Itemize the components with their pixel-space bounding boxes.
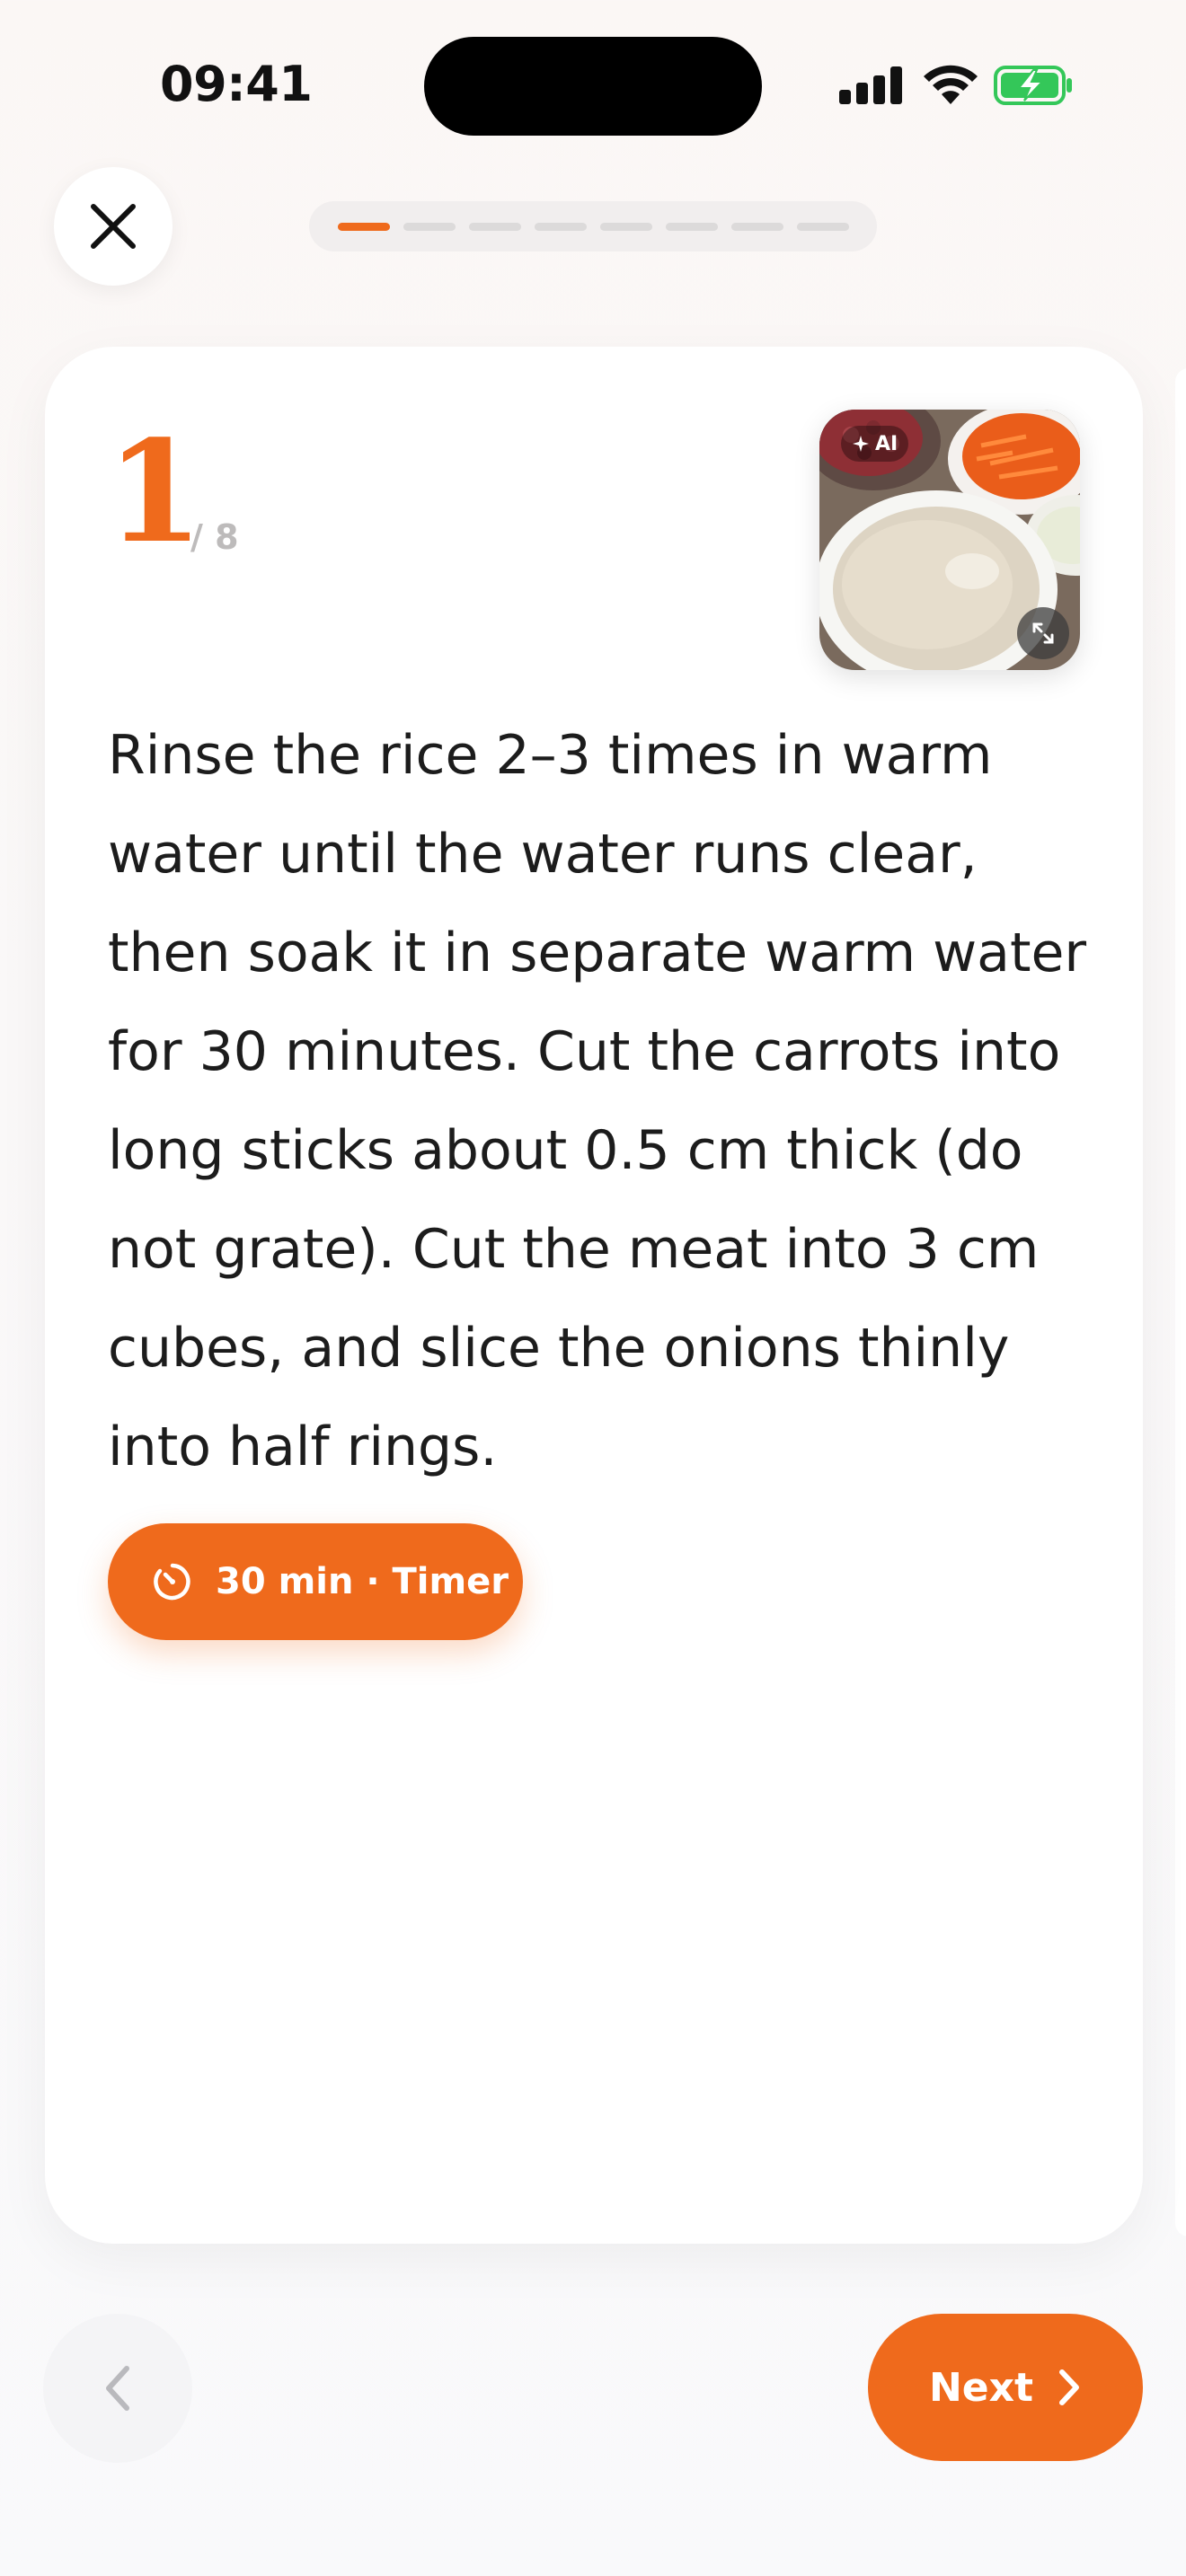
next-label: Next — [928, 2364, 1034, 2411]
progress-segment — [665, 222, 718, 231]
status-icons — [839, 63, 1082, 110]
timer-button[interactable]: 30 min · Timer — [108, 1523, 523, 1640]
progress-segment — [730, 222, 783, 231]
close-button[interactable] — [54, 167, 173, 286]
step-number: 1 — [106, 410, 204, 574]
close-icon — [91, 204, 136, 249]
step-card: 1 / 8 AI Rinse the rice 2–3 times in war… — [45, 347, 1143, 2244]
wifi-icon — [924, 65, 978, 104]
step-progress-indicator — [309, 201, 877, 251]
expand-image-button[interactable] — [1017, 607, 1069, 659]
chevron-right-icon — [1059, 2369, 1080, 2405]
chevron-left-icon — [106, 2366, 129, 2411]
expand-icon — [1032, 622, 1054, 644]
step-instruction: Rinse the rice 2–3 times in warm water u… — [108, 724, 1087, 1478]
ai-badge: AI — [841, 426, 909, 462]
progress-segment — [796, 222, 849, 231]
progress-segment — [599, 222, 652, 231]
progress-segment — [403, 222, 456, 231]
progress-segment — [468, 222, 521, 231]
signal-icon — [839, 66, 902, 104]
dynamic-island — [424, 37, 762, 136]
timer-label: 30 min · Timer — [216, 1561, 509, 1602]
ai-badge-label: AI — [875, 432, 898, 455]
sparkle-icon — [853, 436, 869, 452]
next-button[interactable]: Next — [868, 2314, 1143, 2461]
next-step-card-peek[interactable] — [1175, 368, 1186, 2236]
progress-segment — [534, 222, 587, 231]
previous-button[interactable] — [43, 2314, 192, 2463]
battery-charging-icon — [994, 66, 1072, 105]
step-image[interactable]: AI — [819, 410, 1080, 670]
progress-segment — [337, 222, 390, 231]
timer-icon — [154, 1563, 190, 1601]
status-time: 09:41 — [160, 56, 313, 112]
step-total: / 8 — [190, 517, 239, 557]
